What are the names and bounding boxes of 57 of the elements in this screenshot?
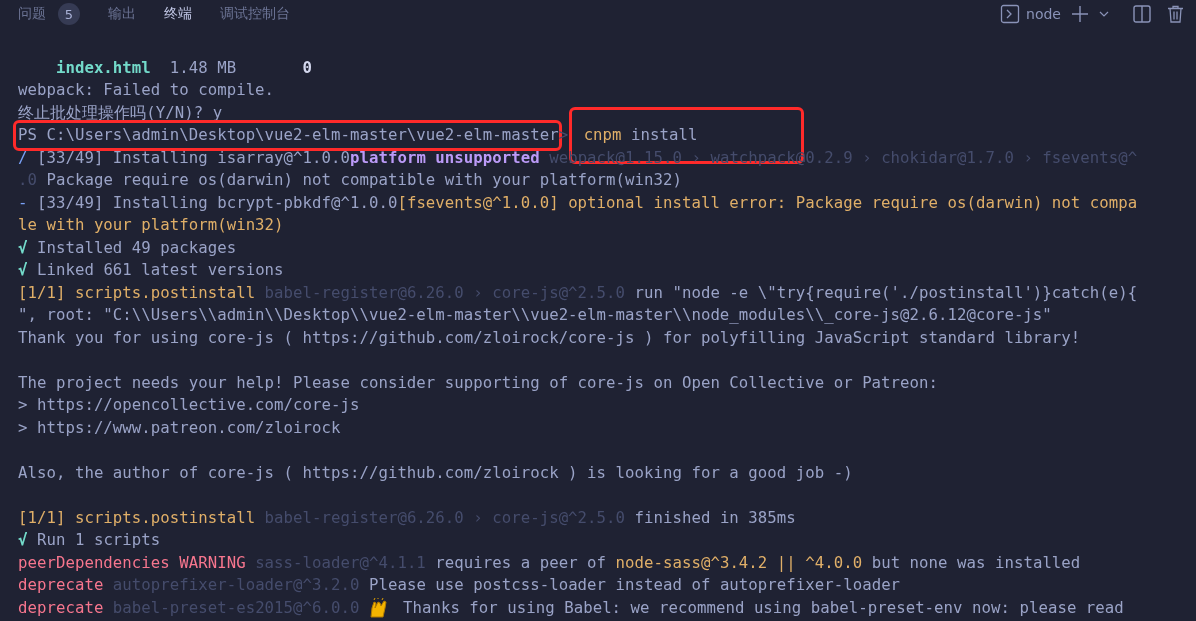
count-badge: 5 <box>58 3 80 25</box>
terminal-text: deprecate <box>18 596 104 619</box>
plus-icon[interactable] <box>1071 5 1089 23</box>
terminal-text: Please use postcss-loader instead of autoprefixer-loader <box>367 574 901 596</box>
terminal-text: √ <box>18 236 28 259</box>
terminal-text: install <box>630 124 698 146</box>
terminal-text: sass-loader@^4.1.1 <box>254 551 426 574</box>
terminal-text: [1/1] scripts.postinstall <box>18 281 256 304</box>
terminal-text: Linked 661 latest versions <box>36 259 284 281</box>
terminal-text: webpack: Failed to compile. <box>18 79 275 101</box>
terminal-text: Thank you for using core-js ( https://github.com/zloirock/core-js ) for polyfilling JavaScript standard library! <box>18 326 1081 349</box>
terminal-text: / <box>18 146 28 169</box>
chevron-down-icon[interactable] <box>1099 11 1109 17</box>
terminal-text: [33/49] Installing isarray@^1.0.0 <box>36 146 350 169</box>
terminal-text: requires a peer of <box>434 551 608 574</box>
terminal-text: √ <box>18 259 28 281</box>
terminal-text: - <box>18 191 28 214</box>
terminal-text: node-sass@^3.4.2 || ^4.0.0 <box>615 551 863 574</box>
panel-tab[interactable]: 调试控制台 <box>220 5 290 23</box>
shell-selector[interactable]: node <box>1000 4 1061 24</box>
terminal-text: √ <box>18 529 28 551</box>
terminal-text: Installed 49 packages <box>36 236 237 259</box>
terminal-text: > https://opencollective.com/core-js <box>18 394 360 416</box>
terminal-text: [33/49] Installing bcrypt-pbkdf@^1.0.0 <box>36 191 398 214</box>
raised-hands-icon <box>369 597 388 618</box>
terminal-text: peerDependencies WARNING <box>18 551 246 574</box>
terminal-text: [1/1] scripts.postinstall <box>18 506 256 529</box>
terminal-text: finished in 385ms <box>633 506 796 529</box>
terminal-text: PS C:\Users\admin\Desktop\vue2-elm-master\vue2-elm-master <box>18 124 559 146</box>
terminal-text: run "node -e \"try{require('./postinstall')}catch(e){ <box>633 281 1138 304</box>
terminal-text: Package require os(darwin) not compatible with your platform(win32) <box>45 169 682 191</box>
split-icon[interactable] <box>1133 5 1151 23</box>
terminal-text: Thanks for using Babel: we recommend using babel-preset-env now: please read <box>401 596 1124 619</box>
terminal-text: 1.48 MB <box>168 56 238 79</box>
terminal-text: index.html <box>54 56 151 79</box>
terminal-text: le with your platform(win32) <box>18 214 284 236</box>
terminal-text: Run 1 scripts <box>36 529 161 551</box>
panel-tab[interactable]: 输出 <box>108 5 136 23</box>
terminal-text: babel-preset-es2015@^6.0.0 <box>111 596 360 619</box>
terminal-text: .0 <box>18 169 37 191</box>
terminal-text: [fsevents@^1.0.0] optional install error: Package require os(darwin) not compa <box>397 191 1138 214</box>
terminal-text: 0 <box>302 56 313 79</box>
terminal-text: autoprefixer-loader@^3.2.0 <box>111 574 360 596</box>
panel-tab[interactable]: 终端 <box>164 5 192 23</box>
terminal-text: platform unsupported <box>350 146 540 169</box>
terminal-text: but none was installed <box>870 551 1081 574</box>
trash-icon[interactable] <box>1167 5 1184 23</box>
terminal-text: Also, the author of core-js ( https://github.com/zloirock ) is looking for a good job -) <box>18 461 853 484</box>
panel-tab[interactable]: 问题 5 <box>18 3 80 25</box>
terminal-text: > https://www.patreon.com/zloirock <box>18 416 341 439</box>
terminal-text: The project needs your help! Please consider supporting of core-js on Open Collective or Patreon: <box>18 371 938 394</box>
terminal-text: babel-register@6.26.0 › core-js@^2.5.0 <box>263 506 626 529</box>
terminal-text: ", root: "C:\\Users\\admin\\Desktop\\vue2-elm-master\\vue2-elm-master\\node_modules\\_core-js@2.6.12@core-js" <box>18 304 1052 326</box>
terminal-text: deprecate <box>18 574 104 596</box>
terminal-text: babel-register@6.26.0 › core-js@^2.5.0 <box>263 281 626 304</box>
terminal-icon <box>1000 4 1021 24</box>
terminal-text: cnpm <box>582 124 622 146</box>
